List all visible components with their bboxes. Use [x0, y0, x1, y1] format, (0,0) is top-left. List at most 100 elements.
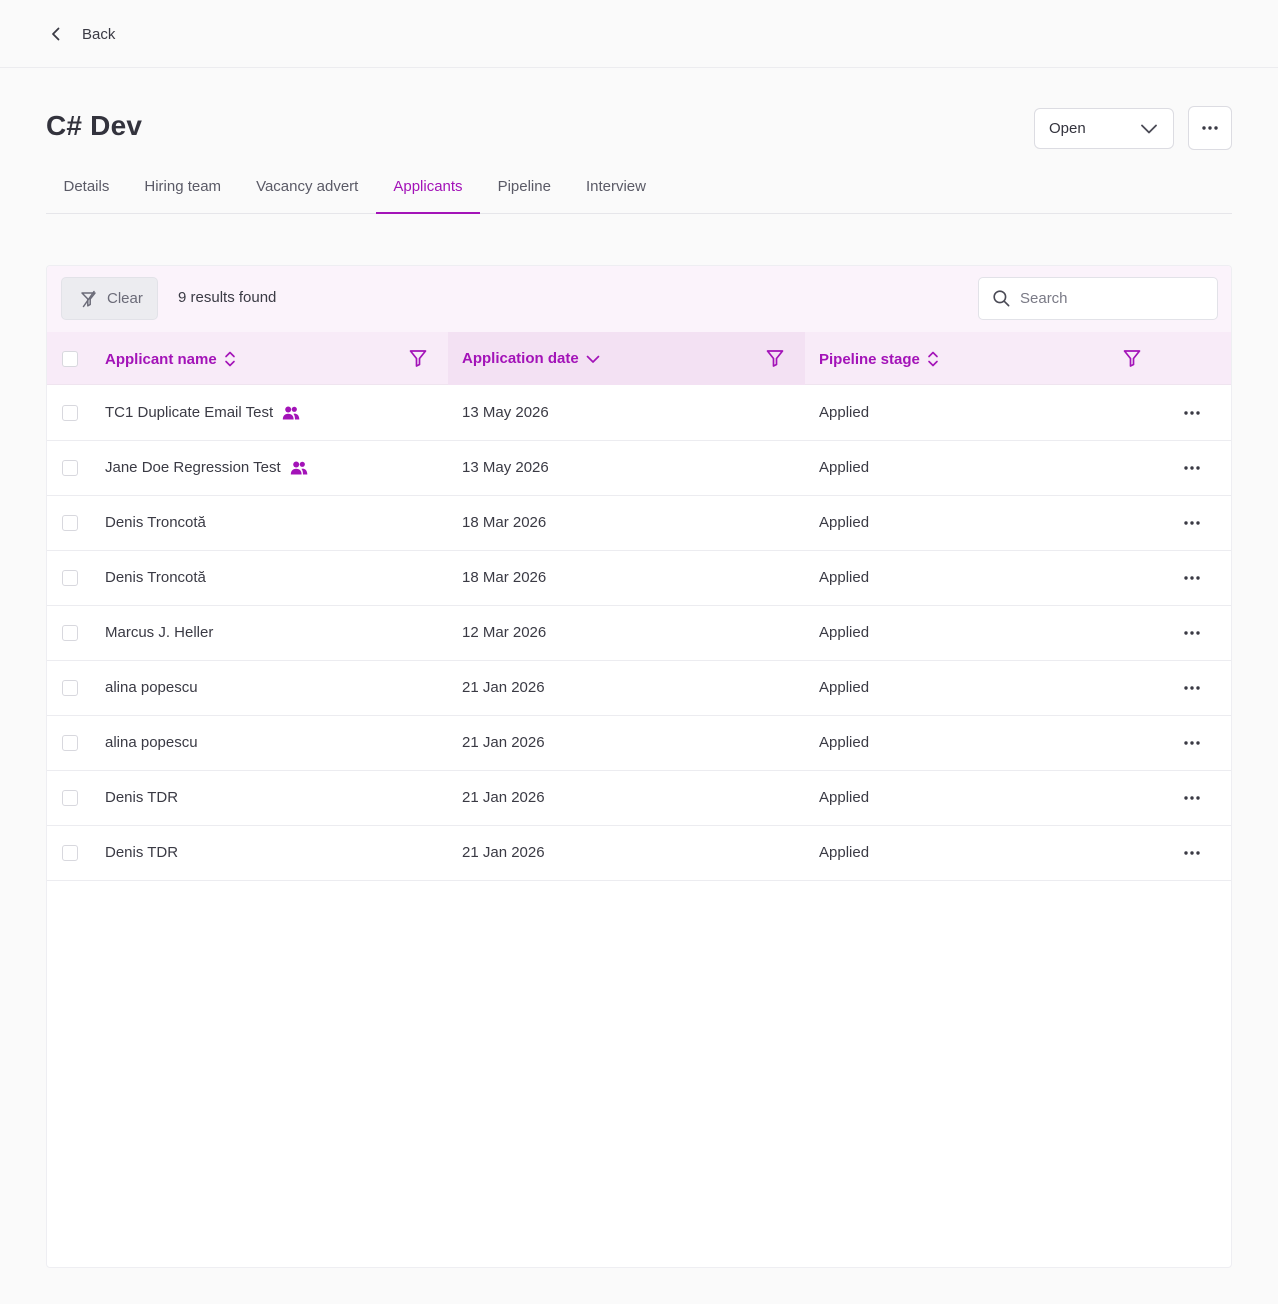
row-checkbox[interactable] [62, 405, 78, 421]
more-horizontal-icon [1184, 796, 1200, 800]
row-checkbox[interactable] [62, 735, 78, 751]
row-actions-button[interactable] [1177, 787, 1207, 809]
applicant-name[interactable]: TC1 Duplicate Email Test [105, 404, 273, 421]
pipeline-stage: Applied [819, 514, 870, 531]
table-row[interactable]: Marcus J. Heller 12 Mar 2026 Applied [47, 606, 1231, 661]
search-input[interactable] [1020, 290, 1210, 307]
pipeline-stage: Applied [819, 459, 870, 476]
column-label: Pipeline stage [819, 350, 920, 368]
tab-vacancy-advert[interactable]: Vacancy advert [239, 166, 376, 213]
applicant-name[interactable]: Jane Doe Regression Test [105, 459, 281, 476]
row-actions-button[interactable] [1177, 402, 1207, 424]
row-actions-button[interactable] [1177, 842, 1207, 864]
pipeline-stage: Applied [819, 844, 870, 861]
row-checkbox[interactable] [62, 515, 78, 531]
application-date: 18 Mar 2026 [462, 569, 547, 586]
applicant-name[interactable]: Denis TDR [105, 844, 178, 861]
more-horizontal-icon [1184, 576, 1200, 580]
row-checkbox[interactable] [62, 790, 78, 806]
applicant-name[interactable]: Denis Troncotă [105, 569, 206, 586]
column-label: Application date [462, 350, 579, 367]
more-horizontal-icon [1184, 631, 1200, 635]
filter-icon[interactable] [765, 348, 785, 368]
row-actions-button[interactable] [1177, 457, 1207, 479]
table-row[interactable]: alina popescu 21 Jan 2026 Applied [47, 716, 1231, 771]
tab-bar: Details Hiring team Vacancy advert Appli… [46, 166, 1232, 214]
more-horizontal-icon [1184, 686, 1200, 690]
row-actions-button[interactable] [1177, 732, 1207, 754]
applicant-name-cell: TC1 Duplicate Email Test [105, 404, 300, 421]
pipeline-stage: Applied [819, 569, 870, 586]
applicant-name[interactable]: Marcus J. Heller [105, 624, 213, 641]
more-horizontal-icon [1184, 851, 1200, 855]
more-actions-button[interactable] [1188, 106, 1232, 150]
clear-label: Clear [107, 290, 143, 307]
row-checkbox[interactable] [62, 625, 78, 641]
tab-interview[interactable]: Interview [568, 166, 663, 213]
sort-descending-icon [586, 355, 600, 363]
column-label: Applicant name [105, 350, 217, 368]
status-select[interactable]: Open [1034, 108, 1174, 149]
applicant-name-cell: Denis TDR [105, 789, 178, 806]
applicant-name-cell: Jane Doe Regression Test [105, 459, 308, 476]
column-header-pipeline-stage[interactable]: Pipeline stage [819, 350, 939, 368]
applicant-name[interactable]: alina popescu [105, 734, 198, 751]
pipeline-stage: Applied [819, 679, 870, 696]
applicant-name-cell: Denis Troncotă [105, 514, 206, 531]
applicant-name[interactable]: Denis Troncotă [105, 514, 206, 531]
applicant-name-cell: Denis Troncotă [105, 569, 206, 586]
back-link[interactable]: Back [46, 22, 115, 46]
applicants-panel: Clear 9 results found Applicant name App… [46, 265, 1232, 1268]
back-label: Back [82, 25, 116, 43]
tab-hiring-team[interactable]: Hiring team [127, 166, 239, 213]
row-checkbox[interactable] [62, 460, 78, 476]
column-header-application-date[interactable]: Application date [462, 350, 600, 367]
chevron-down-icon [1141, 124, 1157, 133]
status-value: Open [1049, 120, 1086, 137]
application-date: 21 Jan 2026 [462, 789, 545, 806]
application-date: 13 May 2026 [462, 459, 549, 476]
row-checkbox[interactable] [62, 680, 78, 696]
more-horizontal-icon [1184, 521, 1200, 525]
application-date: 21 Jan 2026 [462, 734, 545, 751]
filter-off-icon [81, 290, 96, 307]
applicant-name[interactable]: alina popescu [105, 679, 198, 696]
row-actions-button[interactable] [1177, 622, 1207, 644]
clear-filters-button[interactable]: Clear [61, 277, 158, 320]
table-row[interactable]: Denis Troncotă 18 Mar 2026 Applied [47, 496, 1231, 551]
application-date: 21 Jan 2026 [462, 679, 545, 696]
sort-icon [928, 351, 938, 367]
table-row[interactable]: Denis Troncotă 18 Mar 2026 Applied [47, 551, 1231, 606]
results-count: 9 results found [178, 289, 277, 306]
table-row[interactable]: TC1 Duplicate Email Test 13 May 2026 Appli… [47, 386, 1231, 441]
table-row[interactable]: Jane Doe Regression Test 13 May 2026 Appli… [47, 441, 1231, 496]
column-header-applicant-name[interactable]: Applicant name [105, 350, 236, 368]
select-all-checkbox[interactable] [62, 351, 78, 367]
table-row[interactable]: alina popescu 21 Jan 2026 Applied [47, 661, 1231, 716]
row-checkbox[interactable] [62, 570, 78, 586]
chevron-left-icon [52, 27, 60, 41]
top-bar: Back [0, 0, 1278, 68]
search-box[interactable] [978, 277, 1218, 320]
more-horizontal-icon [1202, 126, 1218, 130]
filter-icon[interactable] [1122, 348, 1142, 368]
tab-details[interactable]: Details [46, 166, 127, 213]
applicant-name-cell: Marcus J. Heller [105, 624, 213, 641]
applicant-name-cell: alina popescu [105, 679, 198, 696]
row-actions-button[interactable] [1177, 677, 1207, 699]
applicant-name[interactable]: Denis TDR [105, 789, 178, 806]
table-row[interactable]: Denis TDR 21 Jan 2026 Applied [47, 826, 1231, 881]
row-checkbox[interactable] [62, 845, 78, 861]
filter-icon[interactable] [408, 348, 428, 368]
applicant-name-cell: Denis TDR [105, 844, 178, 861]
table-row[interactable]: Denis TDR 21 Jan 2026 Applied [47, 771, 1231, 826]
pipeline-stage: Applied [819, 624, 870, 641]
tab-applicants[interactable]: Applicants [375, 166, 481, 214]
application-date: 21 Jan 2026 [462, 844, 545, 861]
table-header: Applicant name Application date Pipeline… [47, 332, 1231, 385]
pipeline-stage: Applied [819, 404, 870, 421]
row-actions-button[interactable] [1177, 567, 1207, 589]
tab-pipeline[interactable]: Pipeline [480, 166, 568, 213]
row-actions-button[interactable] [1177, 512, 1207, 534]
more-horizontal-icon [1184, 466, 1200, 470]
